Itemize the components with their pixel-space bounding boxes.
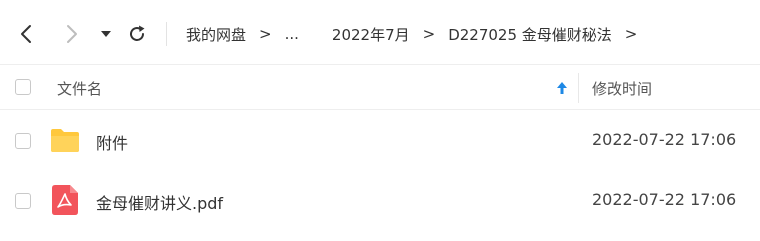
back-button[interactable]	[14, 22, 38, 46]
history-dropdown-button[interactable]	[98, 26, 114, 42]
column-divider	[578, 73, 579, 103]
row-checkbox[interactable]	[15, 133, 31, 149]
chevron-right-icon	[67, 25, 77, 43]
file-modified-time: 2022-07-22 17:06	[592, 130, 737, 149]
breadcrumb-separator: >	[624, 25, 638, 43]
toolbar: 我的网盘 > ... 2022年7月 > D227025 金母催财秘法 >	[0, 0, 760, 64]
table-row[interactable]: 金母催财讲义.pdf 2022-07-22 17:06	[0, 173, 760, 229]
row-checkbox[interactable]	[15, 193, 31, 209]
forward-button[interactable]	[60, 22, 84, 46]
caret-down-icon	[101, 31, 111, 37]
breadcrumb: 我的网盘 > ... 2022年7月 > D227025 金母催财秘法 >	[186, 20, 650, 48]
file-name[interactable]: 附件	[96, 130, 128, 154]
file-modified-time: 2022-07-22 17:06	[592, 190, 737, 209]
breadcrumb-separator: >	[422, 25, 436, 43]
folder-icon	[51, 129, 79, 152]
file-name[interactable]: 金母催财讲义.pdf	[96, 190, 223, 214]
breadcrumb-item-current[interactable]: D227025 金母催财秘法	[448, 24, 612, 45]
table-row[interactable]: 附件 2022-07-22 17:06	[0, 113, 760, 169]
arrow-up-icon[interactable]	[556, 81, 568, 95]
refresh-button[interactable]	[125, 22, 149, 46]
select-all-checkbox[interactable]	[15, 79, 31, 95]
breadcrumb-item-month[interactable]: 2022年7月	[332, 24, 410, 45]
breadcrumb-separator: >	[259, 25, 272, 43]
breadcrumb-item-root[interactable]: 我的网盘	[186, 24, 246, 45]
column-header-modified[interactable]: 修改时间	[592, 78, 652, 99]
toolbar-divider	[166, 22, 167, 46]
pdf-icon	[52, 185, 78, 215]
column-header-name[interactable]: 文件名	[57, 78, 102, 99]
chevron-left-icon	[21, 25, 31, 43]
breadcrumb-item-ellipsis[interactable]: ...	[285, 25, 299, 43]
refresh-icon	[130, 25, 145, 41]
table-header: 文件名 修改时间	[0, 64, 760, 110]
